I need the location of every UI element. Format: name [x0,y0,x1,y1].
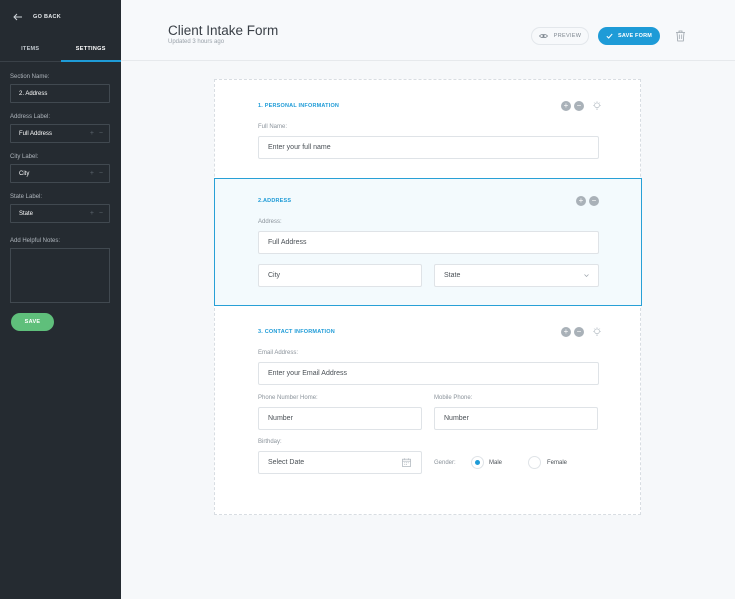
helpful-notes-field: Add Helpful Notes: [10,238,110,303]
plus-icon[interactable]: + [90,170,94,178]
mobile-phone-input[interactable]: Number [434,407,598,430]
minus-icon[interactable]: − [99,210,103,218]
address-label: Address: [258,219,282,225]
tab-settings[interactable]: SETTINGS [60,36,122,62]
plus-icon[interactable]: + [90,130,94,138]
minus-circle-icon[interactable]: − [574,101,584,111]
full-name-input[interactable]: Enter your full name [258,136,599,159]
address-label-label: Address Label: [10,114,51,120]
state-select[interactable]: State [434,264,599,287]
email-label: Email Address: [258,350,299,356]
main-area: Client Intake Form Updated 3 hours ago P… [121,0,735,599]
header: Client Intake Form Updated 3 hours ago P… [121,0,735,61]
back-arrow-icon [13,13,22,21]
state-label-field: State Label: State + − [10,194,110,223]
state-label-label: State Label: [10,194,43,200]
city-label-controls: + − [90,170,103,178]
section-2-controls: + − [576,196,599,206]
email-input[interactable]: Enter your Email Address [258,362,599,385]
address-label-input[interactable]: Full Address + − [10,124,110,143]
section-title-address[interactable]: 2.ADDRESS [258,198,291,204]
page-title: Client Intake Form [168,23,279,38]
eye-icon [538,34,548,38]
sidebar-tabs: ITEMS SETTINGS [0,36,121,62]
tab-items[interactable]: ITEMS [0,36,61,61]
sidebar: GO BACK ITEMS SETTINGS Section Name: 2. … [0,0,121,599]
phone-home-label: Phone Number Home: [258,395,318,401]
plus-circle-icon[interactable]: + [576,196,586,206]
go-back-label: GO BACK [33,14,62,20]
section-name-field: Section Name: 2. Address [10,74,110,103]
helpful-notes-label: Add Helpful Notes: [10,238,61,244]
phone-home-input[interactable]: Number [258,407,422,430]
section-title-contact[interactable]: 3. CONTACT INFORMATION [258,329,335,335]
save-form-label: SAVE FORM [617,33,653,39]
plus-icon[interactable]: + [90,210,94,218]
minus-icon[interactable]: − [99,170,103,178]
city-label-value: City [19,170,30,177]
birthday-label: Birthday: [258,439,282,445]
section-name-label: Section Name: [10,74,50,80]
go-back-button[interactable]: GO BACK [13,12,61,22]
gender-label: Gender: [434,460,456,466]
check-icon [606,33,613,39]
address-label-controls: + − [90,130,103,138]
address-label-value: Full Address [19,130,53,137]
gender-female-radio[interactable] [528,456,541,469]
birthday-date-picker[interactable]: Select Date [258,451,422,474]
city-input[interactable]: City [258,264,422,287]
minus-circle-icon[interactable]: − [574,327,584,337]
minus-circle-icon[interactable]: − [589,196,599,206]
mobile-phone-label: Mobile Phone: [434,395,473,401]
preview-button[interactable]: PREVIEW [531,27,589,45]
gender-female-label: Female [547,460,568,466]
gender-male-label: Male [489,460,503,466]
lightbulb-icon[interactable] [592,101,602,111]
state-select-value: State [444,272,461,279]
lightbulb-icon[interactable] [592,327,602,337]
section-name-input[interactable]: 2. Address [10,84,110,103]
preview-label: PREVIEW [553,33,582,39]
section-3-controls: + − [561,327,602,337]
city-label-field: City Label: City + − [10,154,110,183]
address-input[interactable]: Full Address [258,231,599,254]
sidebar-save-button[interactable]: SAVE [11,313,54,331]
plus-circle-icon[interactable]: + [561,327,571,337]
state-label-value: State [19,210,34,217]
state-label-input[interactable]: State + − [10,204,110,223]
gender-male-radio[interactable] [471,456,484,469]
city-label-input[interactable]: City + − [10,164,110,183]
state-label-controls: + − [90,210,103,218]
trash-icon[interactable] [675,30,686,42]
address-label-field: Address Label: Full Address + − [10,114,110,143]
page-subtitle: Updated 3 hours ago [168,39,225,45]
chevron-down-icon [584,274,589,277]
full-name-label: Full Name: [258,124,288,130]
plus-circle-icon[interactable]: + [561,101,571,111]
save-form-button[interactable]: SAVE FORM [598,27,660,45]
minus-icon[interactable]: − [99,130,103,138]
helpful-notes-textarea[interactable] [10,248,110,303]
city-label-label: City Label: [10,154,39,160]
section-1-controls: + − [561,101,602,111]
birthday-value: Select Date [268,459,305,466]
section-title-personal[interactable]: 1. PERSONAL INFORMATION [258,103,339,109]
calendar-icon [402,458,411,467]
